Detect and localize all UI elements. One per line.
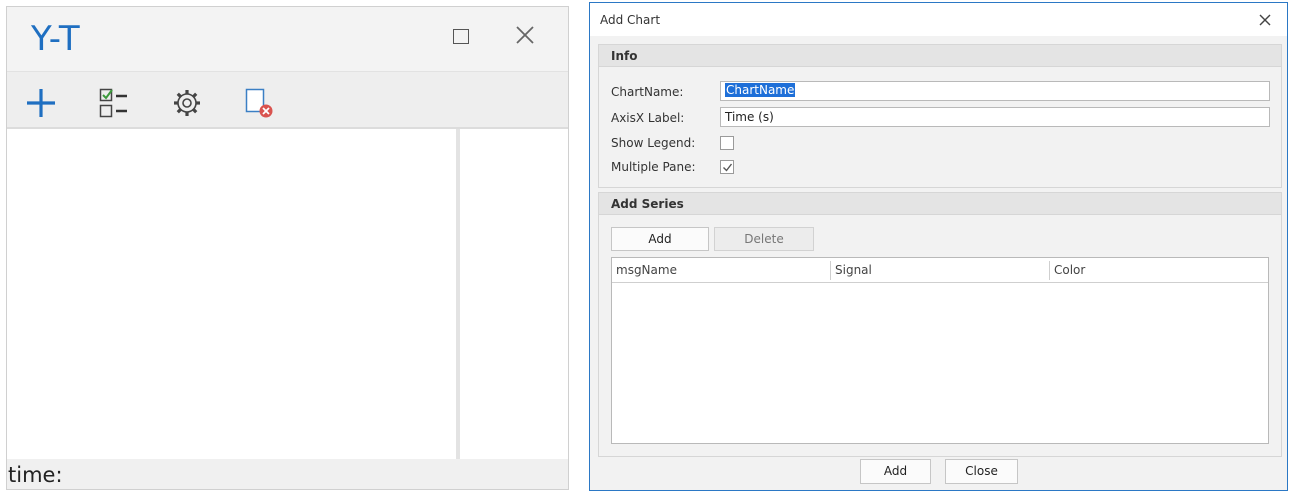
- plus-icon: [27, 89, 55, 117]
- side-panel[interactable]: [460, 129, 568, 459]
- dialog-titlebar: Add Chart: [590, 3, 1287, 36]
- series-grid[interactable]: msgName Signal Color: [611, 257, 1269, 444]
- gear-icon: [174, 90, 200, 116]
- chartname-label: ChartName:: [611, 85, 684, 99]
- yt-window: Y-T time:: [6, 6, 569, 490]
- status-bar: time:: [7, 459, 568, 489]
- axisx-input[interactable]: Time (s): [720, 107, 1270, 127]
- maximize-button[interactable]: [453, 29, 469, 44]
- add-chart-button[interactable]: [24, 86, 58, 120]
- footer-add-button[interactable]: Add: [860, 459, 931, 484]
- column-divider[interactable]: [1049, 261, 1050, 280]
- show-legend-checkbox[interactable]: [720, 136, 734, 150]
- axisx-value: Time (s): [725, 110, 774, 124]
- settings-button[interactable]: [170, 86, 204, 120]
- add-series-group-header: Add Series: [599, 193, 1281, 215]
- grid-header: msgName Signal Color: [612, 258, 1268, 283]
- column-header-color[interactable]: Color: [1054, 263, 1085, 277]
- column-header-msgname[interactable]: msgName: [616, 263, 677, 277]
- chartname-value: ChartName: [725, 83, 796, 97]
- dialog-title: Add Chart: [600, 13, 661, 27]
- add-series-group: Add Series Add Delete msgName Signal Col…: [598, 192, 1282, 457]
- axisx-label: AxisX Label:: [611, 111, 685, 125]
- yt-window-title: Y-T: [31, 19, 81, 59]
- dialog-close-button[interactable]: [1257, 12, 1273, 28]
- show-legend-label: Show Legend:: [611, 136, 696, 150]
- select-signals-button[interactable]: [97, 86, 131, 120]
- info-group-header: Info: [599, 45, 1281, 67]
- multiple-pane-checkbox[interactable]: [720, 160, 734, 174]
- delete-series-button[interactable]: Delete: [714, 227, 814, 251]
- close-icon: [516, 26, 534, 44]
- checkmark-icon: [723, 163, 733, 172]
- column-header-signal[interactable]: Signal: [835, 263, 872, 277]
- checklist-icon: [99, 88, 127, 118]
- column-divider[interactable]: [830, 261, 831, 280]
- close-icon: [1259, 14, 1271, 26]
- time-label: time:: [8, 463, 63, 487]
- chartname-input[interactable]: ChartName: [720, 81, 1270, 101]
- footer-close-button[interactable]: Close: [945, 459, 1018, 484]
- close-button[interactable]: [513, 23, 537, 47]
- multiple-pane-label: Multiple Pane:: [611, 160, 696, 174]
- chart-area[interactable]: [7, 129, 456, 459]
- add-chart-dialog: Add Chart Info ChartName: ChartName Axis…: [589, 2, 1288, 491]
- delete-chart-icon: [245, 88, 273, 118]
- info-group: Info ChartName: ChartName AxisX Label: T…: [598, 44, 1282, 188]
- delete-chart-button[interactable]: [243, 86, 277, 120]
- toolbar: [7, 71, 568, 129]
- add-series-button[interactable]: Add: [611, 227, 709, 251]
